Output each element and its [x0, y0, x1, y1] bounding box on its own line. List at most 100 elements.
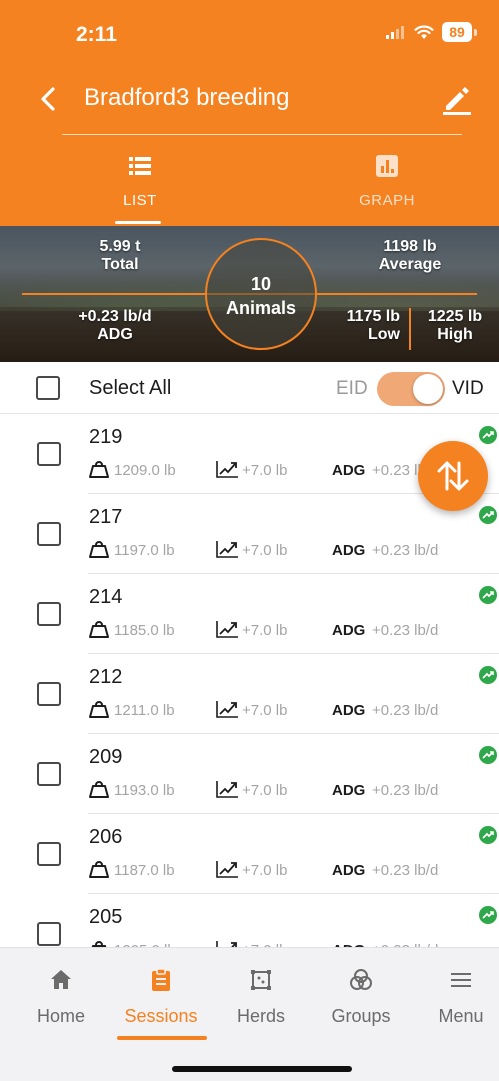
trend-up-icon — [479, 746, 497, 764]
battery-cap — [474, 28, 477, 36]
home-indicator — [172, 1066, 352, 1072]
stat-high: 1225 lb High — [415, 308, 495, 344]
adg-label: ADG — [332, 702, 366, 719]
title-row: Bradford3 breeding — [0, 70, 499, 130]
animal-row[interactable]: 212 1211.0 lb +7.0 lb ADG +0.23 lb/d — [0, 654, 499, 734]
weight-icon — [89, 860, 109, 878]
nav-herds[interactable]: Herds — [211, 948, 311, 1044]
active-nav-indicator — [117, 1036, 207, 1040]
animal-checkbox[interactable] — [37, 842, 61, 866]
weight-gain-icon — [215, 780, 239, 798]
battery-indicator: 89 — [442, 22, 472, 42]
nav-herds-label: Herds — [236, 1006, 285, 1026]
hamburger-icon — [451, 973, 471, 987]
animal-weight: 1193.0 lb — [114, 782, 175, 799]
tab-list[interactable]: LIST — [40, 146, 240, 226]
stat-average-value: 1198 lb — [383, 238, 437, 255]
animal-weight: 1185.0 lb — [114, 622, 175, 639]
animal-id: 205 — [89, 906, 123, 928]
animal-gain: +7.0 lb — [242, 862, 288, 879]
select-all-label[interactable]: Select All — [89, 377, 171, 400]
stat-high-value: 1225 lb — [427, 308, 483, 325]
weight-icon — [89, 940, 109, 947]
animal-id: 212 — [89, 666, 123, 688]
weight-icon — [89, 460, 109, 478]
weight-gain-icon — [215, 940, 239, 947]
status-time: 2:11 — [76, 23, 117, 46]
select-all-checkbox[interactable] — [36, 376, 60, 400]
weight-icon — [89, 540, 109, 558]
eid-label: EID — [336, 378, 368, 399]
animal-row[interactable]: 206 1187.0 lb +7.0 lb ADG +0.23 lb/d — [0, 814, 499, 894]
animal-weight: 1187.0 lb — [114, 862, 175, 879]
edit-button[interactable] — [439, 82, 473, 116]
animal-row[interactable]: 2051205.0 lb+7.0 lbADG+0.23 lb/d — [0, 894, 499, 947]
animal-gain: +7.0 lb — [242, 542, 288, 559]
animal-checkbox[interactable] — [37, 602, 61, 626]
adg-label: ADG — [332, 862, 366, 879]
stat-total: 5.99 t Total — [80, 238, 160, 274]
title-divider — [62, 134, 462, 135]
stat-low-label: Low — [368, 326, 400, 343]
eid-vid-toggle[interactable] — [377, 372, 445, 406]
tab-list-label: LIST — [123, 192, 157, 209]
stat-adg: +0.23 lb/d ADG — [60, 308, 170, 344]
animal-gain: +7.0 lb — [242, 782, 288, 799]
animal-adg: +0.23 lb/d — [372, 782, 439, 799]
stat-low: 1175 lb Low — [330, 308, 400, 344]
animal-count-circle: 10 Animals — [205, 238, 317, 350]
animal-id: 209 — [89, 746, 123, 768]
nav-home[interactable]: Home — [11, 948, 111, 1044]
weight-gain-icon — [215, 700, 239, 718]
sort-fab-button[interactable] — [418, 441, 488, 511]
animal-gain: +7.0 lb — [242, 702, 288, 719]
weight-gain-icon — [215, 460, 239, 478]
trend-up-icon — [479, 666, 497, 684]
adg-label: ADG — [332, 462, 366, 479]
nav-sessions-label: Sessions — [124, 1006, 198, 1026]
animal-adg: +0.23 lb/d — [372, 702, 439, 719]
animal-id: 214 — [89, 586, 123, 608]
weight-icon — [89, 780, 109, 798]
back-button[interactable] — [34, 84, 62, 114]
sort-arrows-icon — [437, 461, 469, 491]
nav-groups[interactable]: Groups — [311, 948, 411, 1044]
animal-gain: +7.0 lb — [242, 462, 288, 479]
toggle-knob — [413, 374, 443, 404]
animal-checkbox[interactable] — [37, 762, 61, 786]
stat-adg-label: ADG — [97, 326, 133, 343]
stat-average-label: Average — [378, 256, 442, 273]
bar-chart-icon — [376, 155, 398, 177]
wifi-icon — [414, 24, 434, 39]
list-icon — [129, 157, 151, 175]
adg-label: ADG — [332, 782, 366, 799]
animal-checkbox[interactable] — [37, 922, 61, 946]
stats-banner: 5.99 t Total 1198 lb Average 10 Animals … — [0, 226, 499, 362]
status-icons: 89 — [386, 22, 477, 42]
animal-checkbox[interactable] — [37, 522, 61, 546]
weight-gain-icon — [215, 860, 239, 878]
animal-weight: 1197.0 lb — [114, 542, 175, 559]
weight-gain-icon — [215, 620, 239, 638]
clipboard-icon — [152, 968, 170, 991]
herds-icon — [251, 970, 271, 990]
animal-count-label: Animals — [225, 298, 297, 318]
low-high-divider — [409, 308, 411, 350]
weight-icon — [89, 620, 109, 638]
animal-row[interactable]: 209 1193.0 lb +7.0 lb ADG +0.23 lb/d — [0, 734, 499, 814]
bottom-nav: Home Sessions Herds Groups Menu — [0, 947, 499, 1081]
tab-graph-label: GRAPH — [359, 192, 415, 209]
animal-checkbox[interactable] — [37, 682, 61, 706]
cellular-signal-icon — [386, 26, 404, 39]
app-header: 2:11 89 Bradford3 breeding LIST GRAPH — [0, 0, 499, 226]
animal-weight: 1211.0 lb — [114, 702, 175, 719]
home-icon — [51, 970, 71, 989]
weight-icon — [89, 700, 109, 718]
animal-row[interactable]: 214 1185.0 lb +7.0 lb ADG +0.23 lb/d — [0, 574, 499, 654]
nav-menu[interactable]: Menu — [411, 948, 499, 1044]
view-tabs: LIST GRAPH — [0, 146, 499, 226]
nav-sessions[interactable]: Sessions — [111, 948, 211, 1044]
tab-graph[interactable]: GRAPH — [287, 146, 487, 226]
animal-checkbox[interactable] — [37, 442, 61, 466]
stat-high-label: High — [437, 326, 473, 343]
